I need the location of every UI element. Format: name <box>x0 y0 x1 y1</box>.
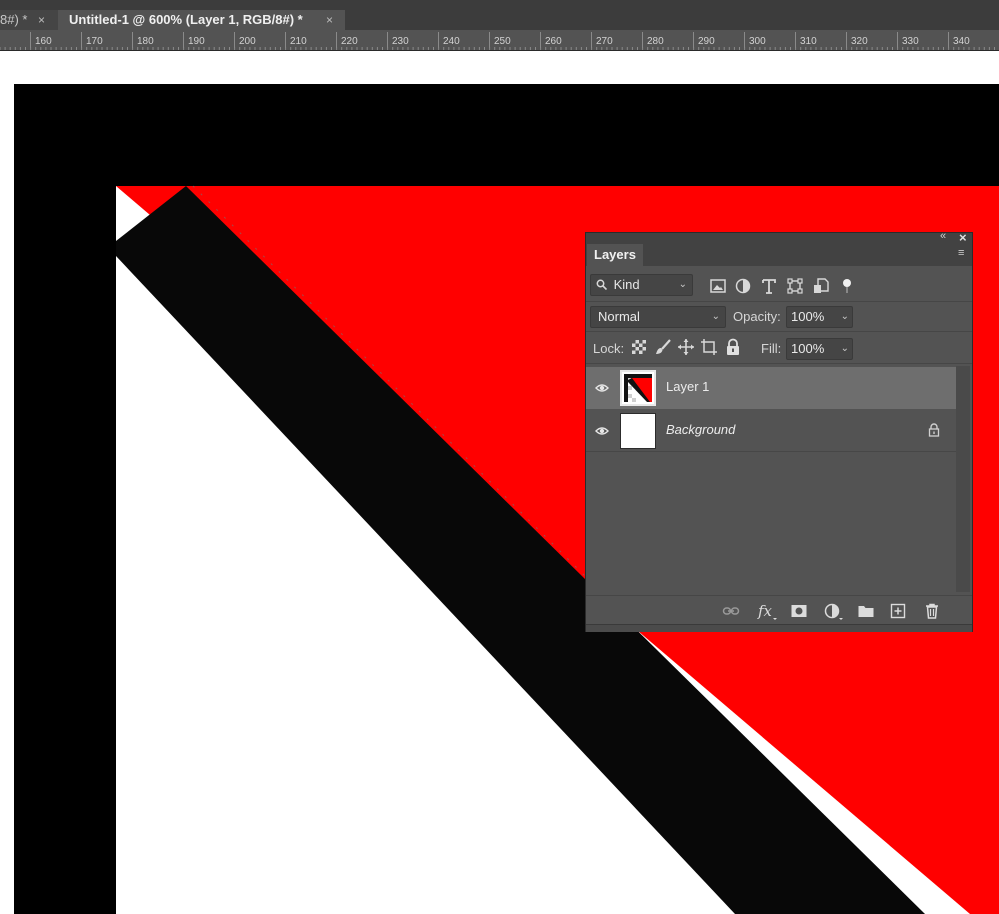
adjustment-layer-icon[interactable] <box>823 602 845 620</box>
app-top-bar <box>0 0 999 10</box>
lock-artboard-icon[interactable] <box>700 338 718 356</box>
ruler-tick-label: 210 <box>285 32 307 48</box>
chevron-down-icon: ⌄ <box>711 311 720 322</box>
layer-thumbnail[interactable] <box>620 413 656 449</box>
horizontal-ruler[interactable]: 160 170 180 190 200 210 220 230 240 250 260 270 280 2… <box>0 30 999 51</box>
adjustment-filter-icon[interactable] <box>734 277 752 295</box>
layers-scrollbar[interactable] <box>956 366 970 592</box>
close-panel-icon[interactable]: × <box>959 230 967 245</box>
opacity-field[interactable]: 100% ⌄ <box>786 306 853 328</box>
layer-1-thumbnail-image <box>622 372 654 404</box>
document-tab-active[interactable]: Untitled-1 @ 600% (Layer 1, RGB/8#) * × <box>58 10 345 30</box>
tab-label: Untitled-1 @ 600% (Layer 1, RGB/8#) * <box>69 12 303 27</box>
add-mask-icon[interactable] <box>790 602 808 620</box>
tab-label: 8#) * <box>0 12 28 27</box>
ruler-tick-label: 240 <box>438 32 460 48</box>
black-top-band <box>14 84 999 186</box>
ruler-tick-label: 340 <box>948 32 970 48</box>
layers-list: Layer 1 Background <box>586 366 956 592</box>
ruler-tick-label: 330 <box>897 32 919 48</box>
ruler-tick-label: 260 <box>540 32 562 48</box>
filter-toggle-icon[interactable] <box>838 277 856 295</box>
document-tab-previous[interactable]: 8#) * × <box>0 10 58 30</box>
layers-panel: « × Layers ≡ Kind ⌄ Normal ⌄ Opacity: 10… <box>585 230 973 632</box>
tab-close-icon[interactable]: × <box>38 10 45 30</box>
visibility-eye-icon[interactable] <box>595 424 609 438</box>
visibility-eye-icon[interactable] <box>595 381 609 395</box>
chevron-down-icon: ⌄ <box>840 311 849 322</box>
ruler-tick-label: 280 <box>642 32 664 48</box>
ruler-tick-label: 190 <box>183 32 205 48</box>
ruler-tick-label: 170 <box>81 32 103 48</box>
collapse-panel-icon[interactable]: « <box>940 230 946 242</box>
layer-thumbnail[interactable] <box>620 370 656 406</box>
blend-mode-value: Normal <box>598 309 640 324</box>
fill-field[interactable]: 100% ⌄ <box>786 338 853 360</box>
panel-menu-icon[interactable]: ≡ <box>958 247 964 259</box>
panel-bottom-edge <box>586 624 972 632</box>
ruler-tick-label: 310 <box>795 32 817 48</box>
opacity-label: Opacity: <box>733 309 781 324</box>
lock-row: Lock: Fill: 100% ⌄ <box>586 335 972 364</box>
new-layer-icon[interactable] <box>889 602 907 620</box>
layers-panel-footer: fx <box>586 595 972 624</box>
lock-pixels-brush-icon[interactable] <box>654 338 672 356</box>
search-icon <box>596 279 608 291</box>
ruler-tick-label: 320 <box>846 32 868 48</box>
ruler-tick-label: 200 <box>234 32 256 48</box>
layer-row-layer-1[interactable]: Layer 1 <box>586 367 956 409</box>
ruler-tick-label: 160 <box>30 32 52 48</box>
type-filter-icon[interactable] <box>760 277 778 295</box>
fill-label: Fill: <box>761 341 782 356</box>
fx-icon[interactable]: fx <box>757 602 779 620</box>
blend-row: Normal ⌄ Opacity: 100% ⌄ <box>586 303 972 332</box>
panel-header: Layers ≡ <box>586 244 972 266</box>
ruler-tick-label: 290 <box>693 32 715 48</box>
new-group-icon[interactable] <box>857 602 875 620</box>
fill-value: 100% <box>791 341 825 356</box>
lock-label: Lock: <box>593 341 625 356</box>
black-left-band <box>14 84 116 914</box>
delete-layer-icon[interactable] <box>923 602 941 620</box>
chevron-down-icon: ⌄ <box>678 279 687 290</box>
layer-locked-icon[interactable] <box>928 423 940 437</box>
link-layers-icon[interactable] <box>722 602 740 620</box>
layer-row-background[interactable]: Background <box>586 410 956 452</box>
lock-transparency-icon[interactable] <box>630 338 648 356</box>
lock-position-move-icon[interactable] <box>677 338 695 356</box>
blend-mode-dropdown[interactable]: Normal ⌄ <box>590 306 726 328</box>
ruler-tick-label: 270 <box>591 32 613 48</box>
layer-name[interactable]: Layer 1 <box>666 379 709 394</box>
layers-panel-tab[interactable]: Layers <box>587 244 643 266</box>
document-tab-bar: 8#) * × Untitled-1 @ 600% (Layer 1, RGB/… <box>0 10 999 30</box>
svg-text:fx: fx <box>757 602 773 620</box>
layer-filter-row: Kind ⌄ <box>586 273 972 302</box>
ruler-tick-label: 230 <box>387 32 409 48</box>
ruler-tick-label: 250 <box>489 32 511 48</box>
chevron-down-icon: ⌄ <box>840 343 849 354</box>
tab-close-icon[interactable]: × <box>326 10 333 30</box>
filter-kind-label: Kind <box>613 277 640 292</box>
layer-name[interactable]: Background <box>666 422 735 437</box>
smart-object-filter-icon[interactable] <box>812 277 830 295</box>
opacity-value: 100% <box>791 309 825 324</box>
ruler-tick-label: 220 <box>336 32 358 48</box>
lock-all-icon[interactable] <box>724 338 742 356</box>
ruler-tick-label: 300 <box>744 32 766 48</box>
ruler-tick-label: 180 <box>132 32 154 48</box>
image-filter-icon[interactable] <box>709 277 727 295</box>
filter-kind-dropdown[interactable]: Kind ⌄ <box>590 274 693 296</box>
shape-filter-icon[interactable] <box>786 277 804 295</box>
panel-title-strip: « × <box>586 230 972 245</box>
